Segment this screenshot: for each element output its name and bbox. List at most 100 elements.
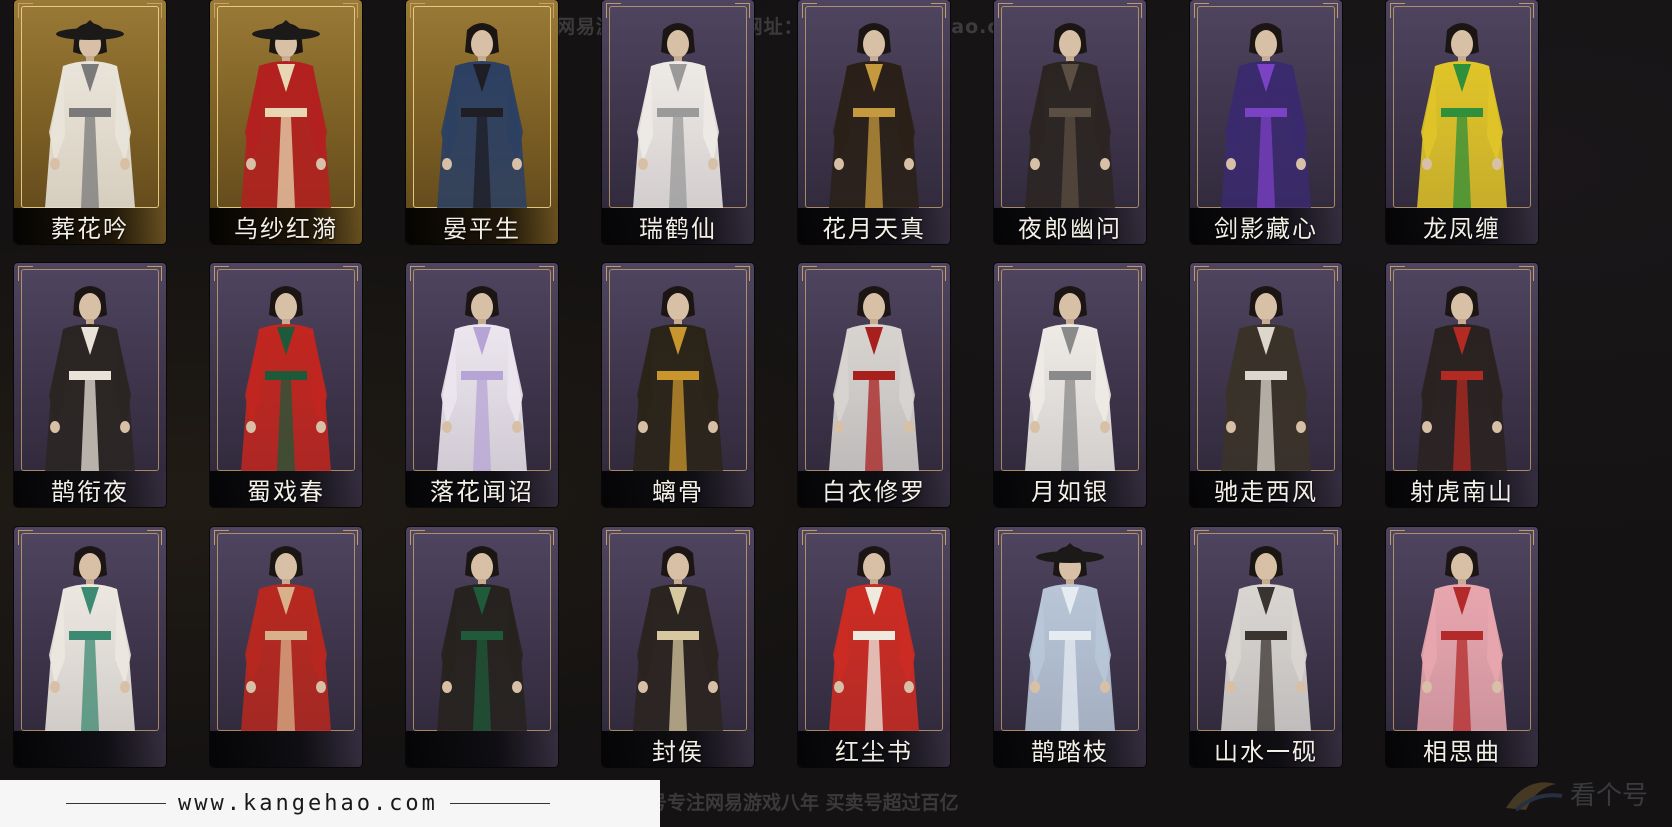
outfit-card[interactable]: 射虎南山 <box>1386 263 1538 507</box>
name-bar: 蜀戏春 <box>210 471 362 507</box>
character-portrait <box>231 275 341 471</box>
outfit-card[interactable]: 相思曲 <box>1386 527 1538 767</box>
name-bar: 花月天真 <box>798 208 950 244</box>
name-bar: 鹊衔夜 <box>14 471 166 507</box>
outfit-card[interactable]: 龙凤缠 <box>1386 0 1538 244</box>
outfit-name: 花月天真 <box>822 214 926 243</box>
outfit-name: 葬花吟 <box>51 214 129 243</box>
outfit-name: 瑞鹤仙 <box>639 214 717 243</box>
outfit-card[interactable] <box>406 527 558 767</box>
outfit-card[interactable]: 蜀戏春 <box>210 263 362 507</box>
name-bar: 封侯 <box>602 731 754 767</box>
outfit-card[interactable]: 鹊踏枝 <box>994 527 1146 767</box>
character-portrait <box>231 535 341 731</box>
outfit-card[interactable]: 驰走西风 <box>1190 263 1342 507</box>
banner-url[interactable]: www.kangehao.com <box>178 791 438 816</box>
banner-rule-right <box>449 803 550 804</box>
character-portrait <box>1015 275 1125 471</box>
outfit-card[interactable]: 螭骨 <box>602 263 754 507</box>
character-portrait <box>1211 12 1321 208</box>
outfit-card[interactable]: 红尘书 <box>798 527 950 767</box>
outfit-grid: 葬花吟 乌纱红漪 晏平生 瑞鹤仙 花月天真 夜郎幽问 剑影藏心 龙凤缠 鹊衔夜 … <box>14 0 1668 827</box>
character-portrait <box>1407 535 1517 731</box>
watermark-bottom: 看个号专注网易游戏八年 买卖号超过百亿 <box>610 792 959 814</box>
name-bar: 月如银 <box>994 471 1146 507</box>
outfit-card[interactable]: 山水一砚 <box>1190 527 1342 767</box>
character-portrait <box>35 12 145 208</box>
name-bar: 晏平生 <box>406 208 558 244</box>
outfit-name: 夜郎幽问 <box>1018 214 1122 243</box>
outfit-name: 山水一砚 <box>1214 737 1318 766</box>
outfit-card[interactable]: 白衣修罗 <box>798 263 950 507</box>
character-portrait <box>623 12 733 208</box>
character-portrait <box>1407 12 1517 208</box>
outfit-name: 落花闻诏 <box>430 477 534 506</box>
name-bar: 相思曲 <box>1386 731 1538 767</box>
name-bar: 白衣修罗 <box>798 471 950 507</box>
name-bar: 螭骨 <box>602 471 754 507</box>
name-bar <box>210 731 362 767</box>
name-bar: 夜郎幽问 <box>994 208 1146 244</box>
character-portrait <box>819 535 929 731</box>
outfit-name: 白衣修罗 <box>822 477 926 506</box>
banner-rule-left <box>66 803 166 804</box>
name-bar <box>14 731 166 767</box>
character-portrait <box>427 275 537 471</box>
name-bar: 山水一砚 <box>1190 731 1342 767</box>
outfit-card[interactable] <box>210 527 362 767</box>
name-bar: 乌纱红漪 <box>210 208 362 244</box>
name-bar: 剑影藏心 <box>1190 208 1342 244</box>
outfit-name: 鹊踏枝 <box>1031 737 1109 766</box>
character-portrait <box>427 12 537 208</box>
outfit-card[interactable]: 晏平生 <box>406 0 558 244</box>
outfit-name: 驰走西风 <box>1214 477 1318 506</box>
outfit-card[interactable]: 夜郎幽问 <box>994 0 1146 244</box>
outfit-card[interactable] <box>14 527 166 767</box>
outfit-name: 射虎南山 <box>1410 477 1514 506</box>
outfit-name: 月如银 <box>1031 477 1109 506</box>
outfit-card[interactable]: 剑影藏心 <box>1190 0 1342 244</box>
name-bar: 驰走西风 <box>1190 471 1342 507</box>
character-portrait <box>623 535 733 731</box>
outfit-card[interactable]: 鹊衔夜 <box>14 263 166 507</box>
name-bar: 红尘书 <box>798 731 950 767</box>
outfit-card[interactable]: 花月天真 <box>798 0 950 244</box>
outfit-name: 红尘书 <box>835 737 913 766</box>
character-portrait <box>1407 275 1517 471</box>
outfit-card[interactable]: 落花闻诏 <box>406 263 558 507</box>
outfit-card[interactable]: 月如银 <box>994 263 1146 507</box>
name-bar: 落花闻诏 <box>406 471 558 507</box>
outfit-name: 晏平生 <box>443 214 521 243</box>
site-banner: www.kangehao.com <box>0 780 660 827</box>
outfit-name: 鹊衔夜 <box>51 477 129 506</box>
character-portrait <box>35 535 145 731</box>
character-portrait <box>1015 535 1125 731</box>
outfit-card[interactable]: 封侯 <box>602 527 754 767</box>
name-bar <box>406 731 558 767</box>
kangehao-logo: 看个号 <box>1506 781 1648 812</box>
character-portrait <box>819 275 929 471</box>
character-portrait <box>1211 535 1321 731</box>
name-bar: 葬花吟 <box>14 208 166 244</box>
outfit-name: 蜀戏春 <box>247 477 325 506</box>
character-portrait <box>1015 12 1125 208</box>
character-portrait <box>427 535 537 731</box>
character-portrait <box>231 12 341 208</box>
name-bar: 鹊踏枝 <box>994 731 1146 767</box>
outfit-name: 乌纱红漪 <box>234 214 338 243</box>
outfit-card[interactable]: 瑞鹤仙 <box>602 0 754 244</box>
outfit-card[interactable]: 乌纱红漪 <box>210 0 362 244</box>
character-portrait <box>819 12 929 208</box>
outfit-name: 龙凤缠 <box>1423 214 1501 243</box>
name-bar: 射虎南山 <box>1386 471 1538 507</box>
character-portrait <box>1211 275 1321 471</box>
outfit-name: 相思曲 <box>1423 737 1501 766</box>
outfit-name: 螭骨 <box>652 477 704 506</box>
outfit-card[interactable]: 葬花吟 <box>14 0 166 244</box>
character-portrait <box>35 275 145 471</box>
logo-text: 看个号 <box>1570 781 1648 811</box>
outfit-name: 封侯 <box>652 737 704 766</box>
character-portrait <box>623 275 733 471</box>
outfit-name: 剑影藏心 <box>1214 214 1318 243</box>
name-bar: 瑞鹤仙 <box>602 208 754 244</box>
